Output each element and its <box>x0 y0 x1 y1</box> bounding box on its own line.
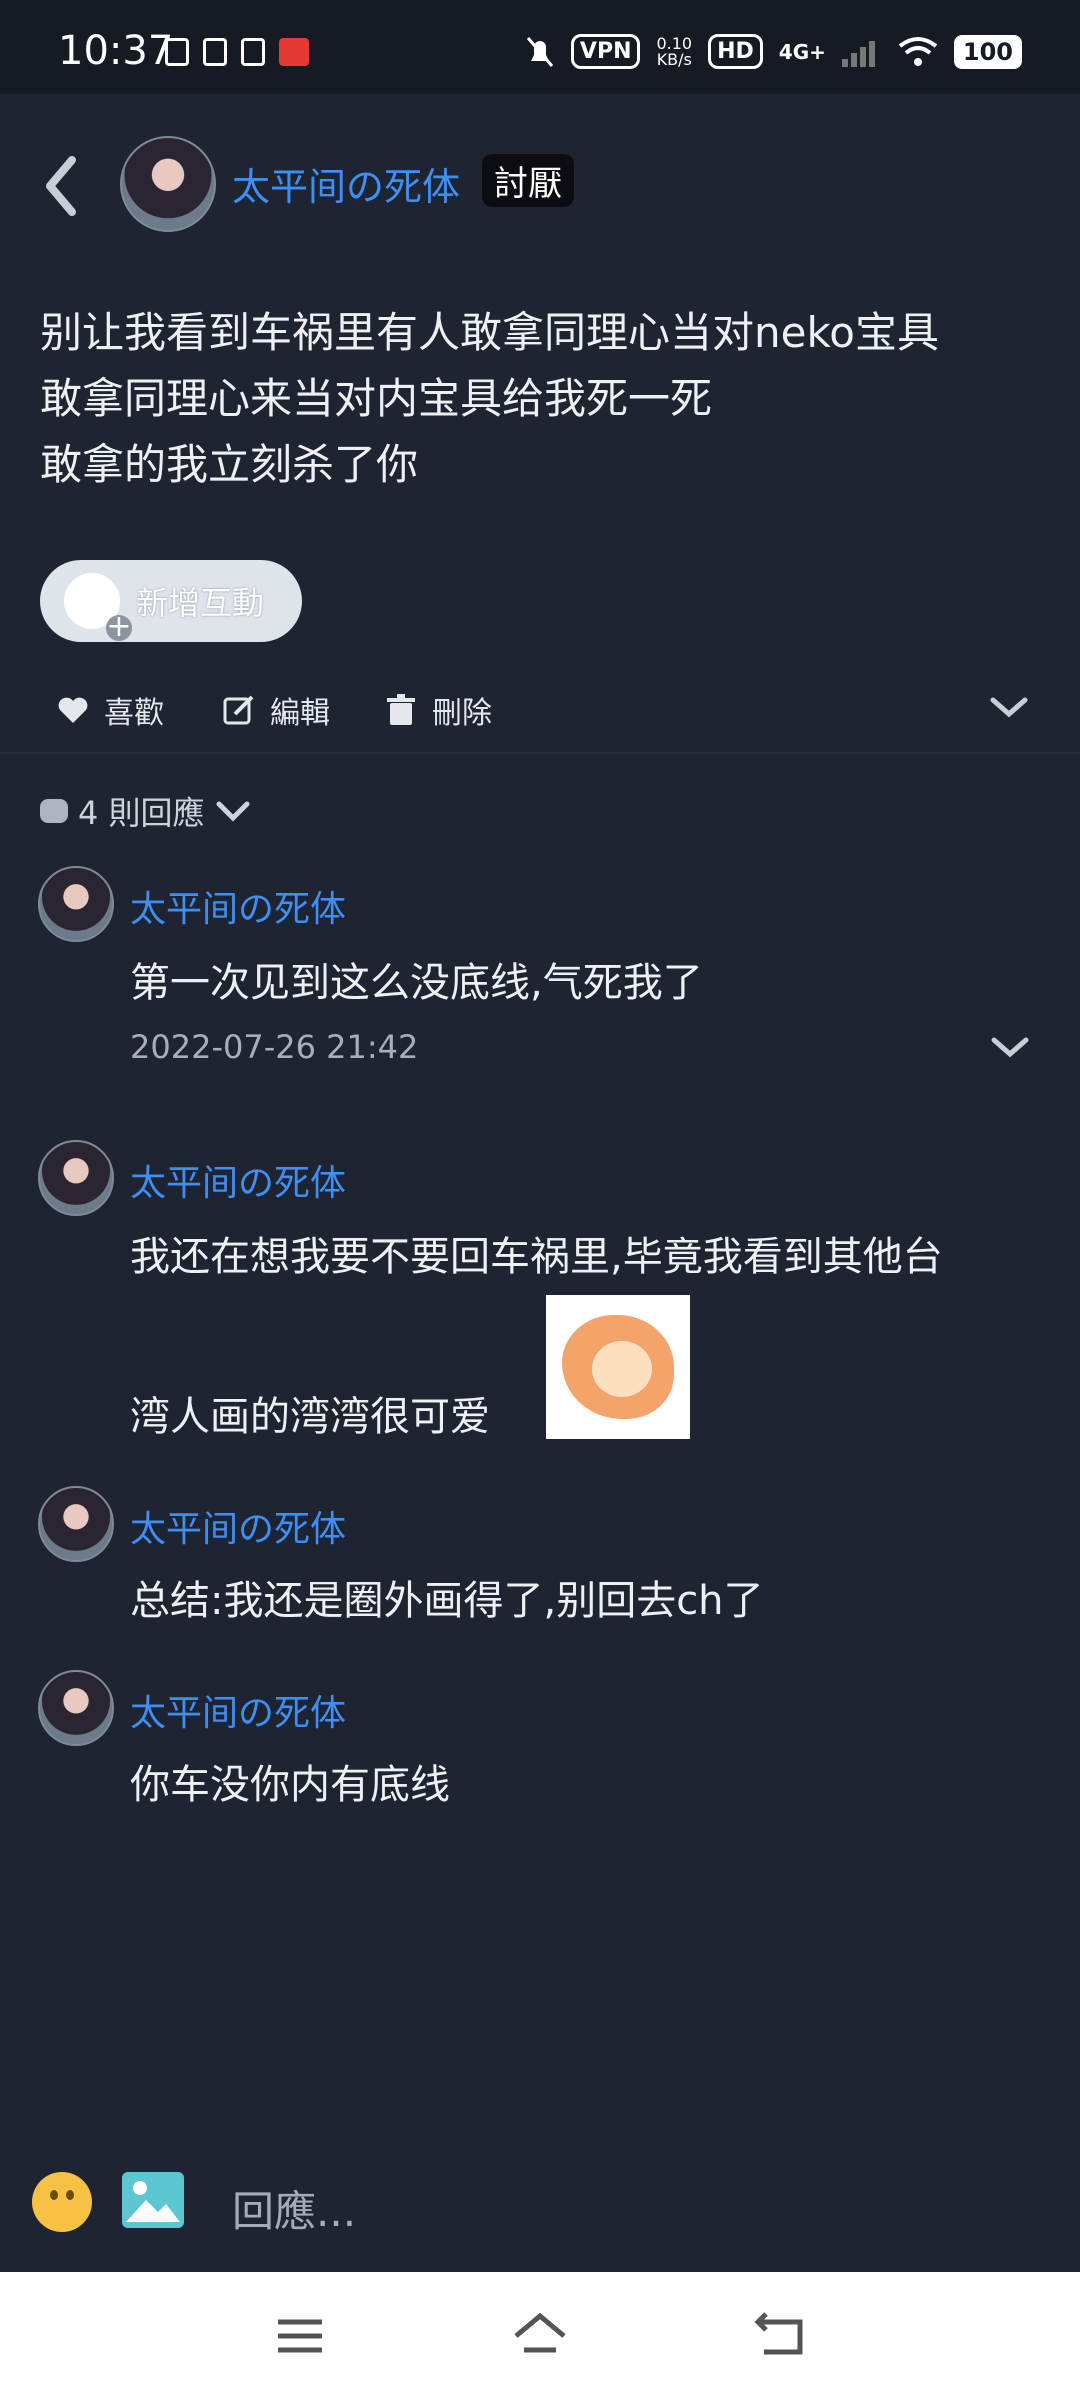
heart-icon <box>58 697 88 723</box>
edit-label: 編輯 <box>270 696 330 731</box>
add-interaction-label: 新增互動 <box>136 584 265 622</box>
hamster-sticker[interactable] <box>546 1295 690 1439</box>
comment-text: 我还在想我要不要回车祸里,毕竟我看到其他台 <box>130 1234 943 1280</box>
comment-text: 总结:我还是圈外画得了,别回去ch了 <box>130 1578 764 1624</box>
net-speed: 0.10 KB/s <box>656 33 693 69</box>
post-body-line: 别让我看到车祸里有人敢拿同理心当对neko宝具 <box>40 308 939 357</box>
trash-icon <box>387 694 415 725</box>
add-interaction-button[interactable]: 新增互動 <box>40 560 302 642</box>
status-bar: 10:37 VPN 0.10 KB/s HD 4G+ 100 <box>0 0 1080 94</box>
vpn-indicator: VPN <box>570 34 641 69</box>
clipboard-icon <box>165 38 189 66</box>
wifi-icon <box>898 36 938 66</box>
author-name[interactable]: 太平间の死体 <box>232 156 460 211</box>
hd-indicator: HD <box>708 34 763 69</box>
comment-avatar[interactable] <box>38 866 114 942</box>
post-body-line: 敢拿同理心来当对内宝具给我死一死 <box>40 374 713 423</box>
image-icon[interactable] <box>122 2172 184 2228</box>
replies-toggle[interactable]: 4 則回應 <box>40 788 251 834</box>
comment-chevron-down-icon[interactable] <box>990 1032 1030 1062</box>
edit-icon <box>223 695 254 725</box>
bilibili-icon <box>203 38 227 66</box>
post-body: 别让我看到车祸里有人敢拿同理心当对neko宝具 敢拿同理心来当对内宝具给我死一死… <box>40 300 939 498</box>
comment-text: 湾人画的湾湾很可爱 <box>130 1394 490 1440</box>
post-more-chevron-down-icon[interactable] <box>988 692 1030 722</box>
system-indicators: VPN 0.10 KB/s HD 4G+ 100 <box>525 34 1022 69</box>
battery-indicator: 100 <box>953 34 1022 69</box>
replies-count-label: 4 則回應 <box>78 794 205 832</box>
signal-icon <box>841 40 875 67</box>
back-nav-icon[interactable] <box>750 2308 810 2364</box>
author-avatar[interactable] <box>120 136 216 232</box>
post-action-bar: 喜歡 編輯 刪除 <box>0 680 1080 740</box>
like-button[interactable]: 喜歡 <box>56 688 164 732</box>
comment-avatar[interactable] <box>38 1486 114 1562</box>
notification-icons <box>165 38 309 66</box>
comment-text: 你车没你内有底线 <box>130 1762 450 1808</box>
like-label: 喜歡 <box>104 696 164 731</box>
mute-icon <box>526 36 554 67</box>
comment-bubble-icon <box>40 799 68 823</box>
comment-author[interactable]: 太平间の死体 <box>130 1500 346 1552</box>
app-notification-icon <box>279 38 309 66</box>
comment-time: 2022-07-26 21:42 <box>130 1028 419 1066</box>
signal-label: 4G+ <box>778 39 826 64</box>
reply-input[interactable]: 回應... <box>232 2178 356 2239</box>
comment-author[interactable]: 太平间の死体 <box>130 1154 346 1206</box>
system-nav-bar <box>0 2272 1080 2400</box>
play-icon <box>241 38 265 66</box>
emoji-icon[interactable] <box>32 2172 92 2232</box>
section-divider <box>0 752 1080 754</box>
add-reaction-icon <box>64 573 132 641</box>
status-time: 10:37 <box>58 28 174 74</box>
comment-text: 第一次见到这么没底线,气死我了 <box>130 960 703 1006</box>
post-body-line: 敢拿的我立刻杀了你 <box>40 440 419 489</box>
post-tag-badge: 討厭 <box>482 154 574 207</box>
chevron-down-icon <box>216 801 250 822</box>
comment-avatar[interactable] <box>38 1670 114 1746</box>
delete-button[interactable]: 刪除 <box>384 688 492 732</box>
comment-author[interactable]: 太平间の死体 <box>130 880 346 932</box>
delete-label: 刪除 <box>432 696 492 731</box>
comment-avatar[interactable] <box>38 1140 114 1216</box>
menu-icon[interactable] <box>270 2308 330 2364</box>
reply-composer: 回應... <box>0 2160 1080 2270</box>
comment-author[interactable]: 太平间の死体 <box>130 1684 346 1736</box>
back-button[interactable] <box>38 146 88 226</box>
home-icon[interactable] <box>510 2308 570 2364</box>
post-header: 太平间の死体 討厭 <box>0 96 1080 266</box>
edit-button[interactable]: 編輯 <box>222 688 330 732</box>
